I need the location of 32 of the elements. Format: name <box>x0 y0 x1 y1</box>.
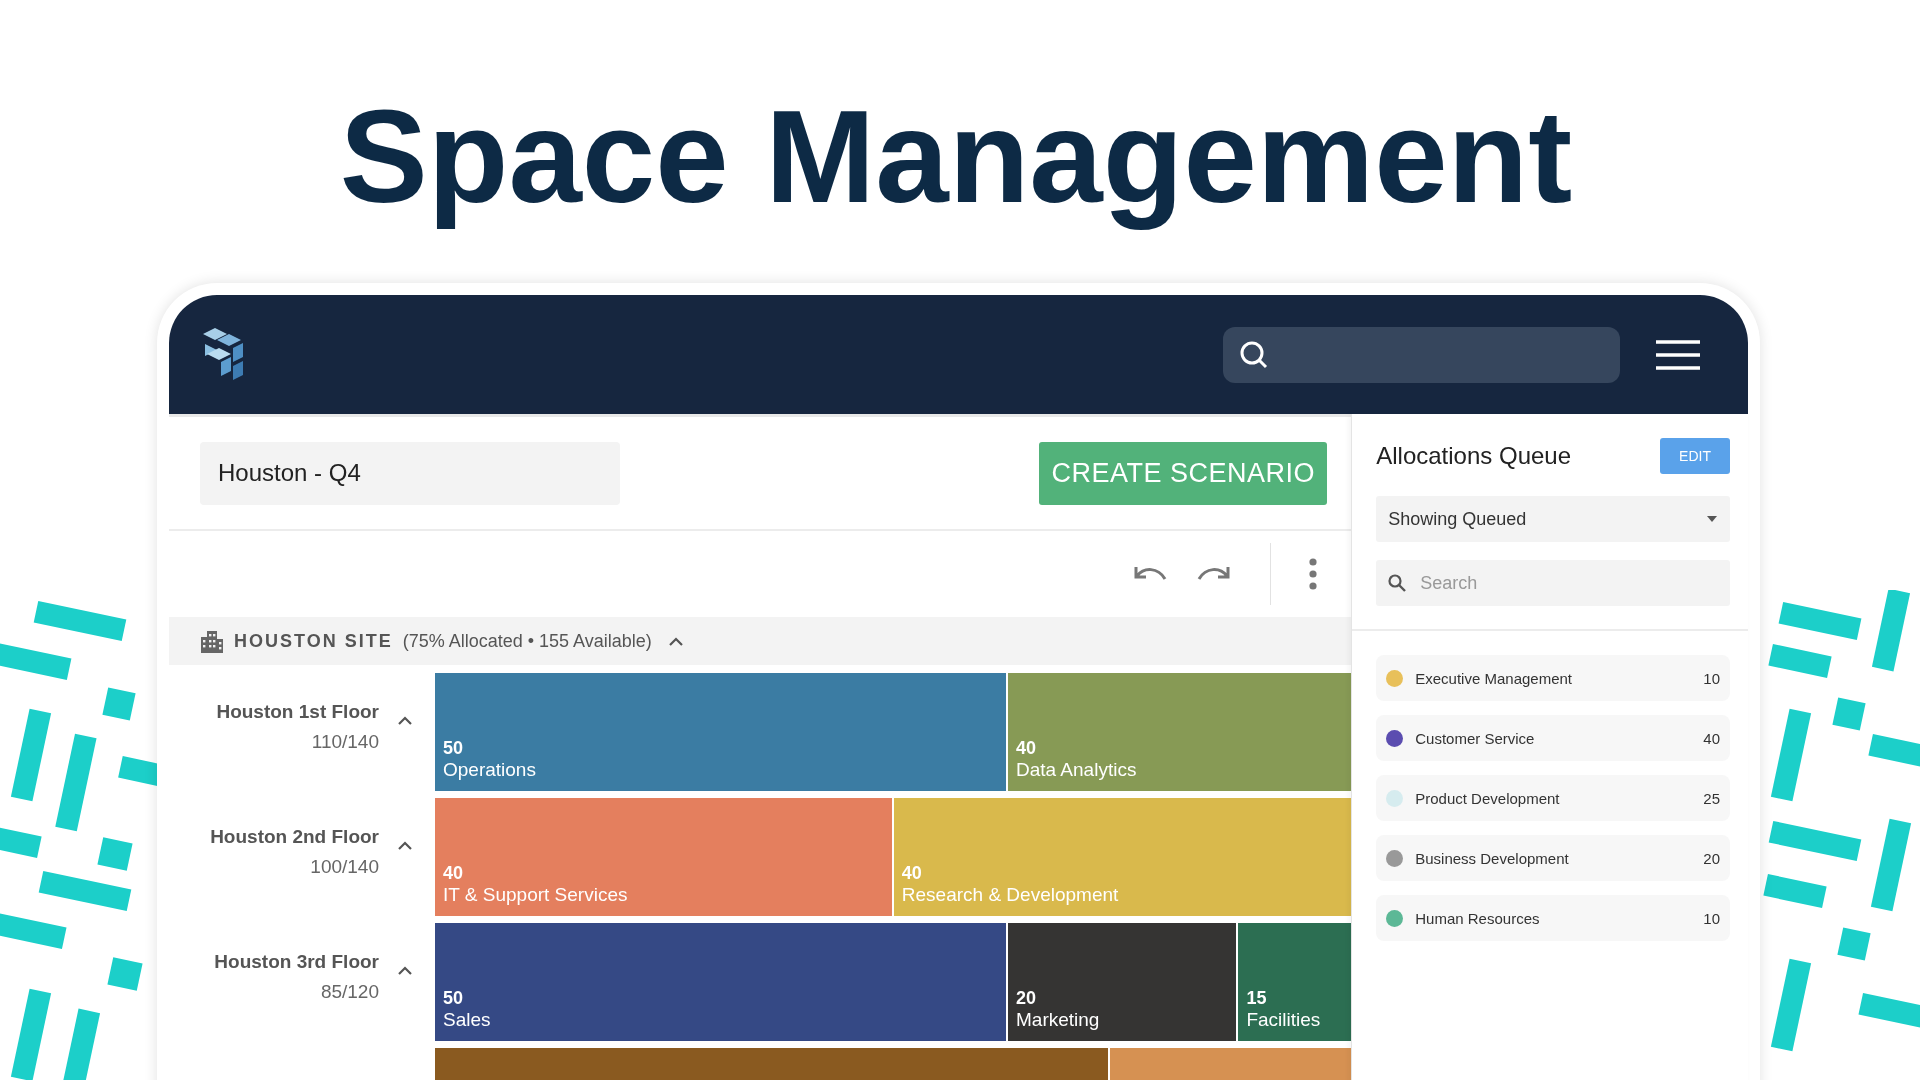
floor-name: Houston 1st Floor <box>216 701 379 723</box>
queue-item[interactable]: Customer Service 40 <box>1376 715 1730 761</box>
floor-capacity: 110/140 <box>311 731 379 753</box>
queue-item[interactable]: Product Development 25 <box>1376 775 1730 821</box>
page-title: Space Management <box>338 82 1574 232</box>
floor-capacity: 85/120 <box>320 981 379 1003</box>
allocation-block[interactable]: 20 Marketing <box>1008 923 1237 1041</box>
allocation-block[interactable]: 15 Facilities <box>1238 923 1352 1041</box>
chevron-up-icon[interactable] <box>667 636 684 646</box>
search-icon <box>1388 574 1407 592</box>
site-summary: (75% Allocated • 155 Available) <box>402 630 652 652</box>
search-icon <box>1239 339 1269 370</box>
allocation-block[interactable]: 50 Sales <box>435 923 1006 1041</box>
scenario-field[interactable]: Houston - Q4 <box>200 441 620 505</box>
filter-dropdown[interactable]: Showing Queued <box>1376 496 1730 542</box>
chevron-up-icon[interactable] <box>397 840 413 850</box>
panel-title: Allocations Queue <box>1376 442 1572 470</box>
building-icon <box>200 629 224 653</box>
chevron-up-icon[interactable] <box>397 715 413 725</box>
menu-icon[interactable] <box>1656 339 1700 370</box>
caret-icon <box>1706 515 1718 523</box>
queue-item[interactable]: Executive Management 10 <box>1376 655 1730 701</box>
floor-name: Houston 2nd Floor <box>210 826 379 848</box>
site-name: HOUSTON SITE <box>234 630 393 652</box>
more-icon[interactable] <box>1309 558 1318 590</box>
queue-item[interactable]: Human Resources 10 <box>1376 895 1730 941</box>
search-field[interactable] <box>1223 326 1620 383</box>
queue-item[interactable]: Business Development 20 <box>1376 835 1730 881</box>
chevron-up-icon[interactable] <box>397 965 413 975</box>
allocation-block[interactable]: 50 Operations <box>435 673 1006 791</box>
floor-capacity: 100/140 <box>310 856 379 878</box>
floor-name: Houston 3rd Floor <box>214 951 379 973</box>
